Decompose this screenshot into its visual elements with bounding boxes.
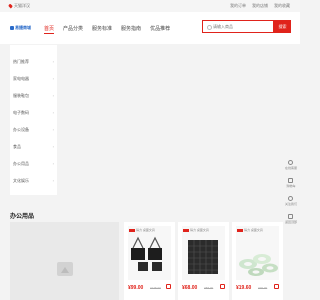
sidebar-item-apparel[interactable]: 服装鞋包 › [13, 93, 56, 99]
brand-badge-icon [183, 229, 189, 232]
nav-categories[interactable]: 产品分类 [63, 25, 83, 32]
toolbar-follow[interactable]: 关注我们 [285, 196, 297, 206]
product-price: ¥19.60 [236, 285, 252, 291]
add-to-cart-icon[interactable] [166, 284, 171, 289]
add-to-cart-icon[interactable] [274, 284, 279, 289]
sidebar-item-label: 办公设备 [13, 127, 29, 132]
search-button[interactable]: 搜索 [274, 20, 291, 33]
logo-mark-icon [10, 26, 14, 30]
image-placeholder-icon [57, 262, 73, 276]
section-feature-card[interactable] [10, 222, 119, 300]
product-old-price: ¥88.00 [204, 286, 214, 290]
sidebar-item-label: 家电电器 [13, 76, 29, 81]
product-card[interactable]: 得力 桌面文具 ¥68.00 ¥88.00 [178, 222, 229, 300]
sidebar-item-label: 食品 [13, 144, 21, 149]
nav-active-underline [44, 33, 54, 34]
sidebar-item-label: 文化娱乐 [13, 178, 29, 183]
product-brand: 得力 桌面文具 [190, 228, 209, 232]
chat-icon [288, 160, 294, 165]
sidebar-item-digital[interactable]: 电子数码 › [13, 110, 56, 116]
chevron-right-icon: › [52, 76, 54, 81]
location[interactable]: 天猫洋汉 [8, 3, 30, 9]
top-icon [288, 214, 294, 219]
search-input[interactable] [203, 21, 272, 32]
product-old-price: ¥125.00 [150, 286, 161, 290]
chevron-right-icon: › [52, 144, 54, 149]
top-link-favorites[interactable]: 我的收藏 [274, 3, 290, 9]
sidebar-item-culture[interactable]: 文化娱乐 › [13, 178, 56, 184]
sidebar-item-hot[interactable]: 热门推荐 › [13, 59, 56, 65]
sidebar-item-label: 热门推荐 [13, 59, 29, 64]
toolbar-label: 购物车 [286, 184, 296, 188]
banner-area [59, 45, 281, 195]
main-nav: 首页 产品分类 服务标准 服务指南 优品推荐 [44, 25, 170, 34]
brand-badge-icon [237, 229, 243, 232]
top-link-orders[interactable]: 我的订单 [230, 3, 246, 9]
product-image: 得力 桌面文具 [182, 226, 225, 280]
toolbar-cart[interactable]: 购物车 [286, 178, 296, 188]
chevron-right-icon: › [52, 59, 54, 64]
product-image: 得力 桌面文具 [236, 226, 279, 280]
top-link-shop[interactable]: 我的店铺 [252, 3, 268, 9]
nav-service-standard[interactable]: 服务标准 [92, 25, 112, 32]
sidebar-item-appliances[interactable]: 家电电器 › [13, 76, 56, 82]
chevron-right-icon: › [52, 161, 54, 166]
toolbar-label: 关注我们 [284, 202, 297, 206]
sidebar-item-label: 服装鞋包 [13, 93, 29, 98]
floating-toolbar: 在线客服 购物车 关注我们 返回顶部 [284, 160, 298, 224]
nav-home[interactable]: 首页 [44, 25, 55, 34]
logo[interactable]: 易捷商城 [10, 25, 31, 31]
nav-service-guide[interactable]: 服务指南 [121, 25, 141, 32]
nav-home-label: 首页 [44, 26, 55, 32]
product-card[interactable]: 得力 桌面文具 ¥19.60 ¥25.00 [232, 222, 283, 300]
product-card[interactable]: 得力 桌面文具 ¥99.00 ¥125.00 [124, 222, 175, 300]
nav-recommended[interactable]: 优品推荐 [150, 25, 170, 32]
logo-text: 易捷商城 [15, 25, 31, 30]
product-old-price: ¥25.00 [258, 286, 268, 290]
chevron-right-icon: › [52, 110, 54, 115]
product-price: ¥99.00 [128, 285, 144, 291]
section-title: 办公用品 [10, 214, 35, 220]
toolbar-label: 在线客服 [284, 166, 297, 170]
product-price: ¥68.00 [182, 285, 198, 291]
sidebar-item-food[interactable]: 食品 › [13, 144, 56, 150]
toolbar-back-to-top[interactable]: 返回顶部 [285, 214, 297, 224]
sidebar-item-label: 电子数码 [13, 110, 29, 115]
tape-rolls-icon [239, 254, 278, 276]
category-sidebar: 热门推荐 › 家电电器 › 服装鞋包 › 电子数码 › 办公设备 › 食品 › … [10, 45, 57, 195]
product-image: 得力 桌面文具 [128, 226, 171, 280]
product-brand: 得力 桌面文具 [136, 228, 155, 232]
brand-badge-icon [129, 229, 135, 232]
location-pin-icon [8, 3, 13, 9]
toolbar-chat[interactable]: 在线客服 [285, 160, 297, 170]
cart-icon [288, 178, 294, 183]
add-to-cart-icon[interactable] [220, 284, 225, 289]
top-links: 我的订单 我的店铺 我的收藏 [230, 3, 290, 9]
toolbar-label: 返回顶部 [284, 220, 297, 224]
chevron-right-icon: › [52, 178, 54, 183]
search-box [202, 20, 274, 33]
sidebar-item-office-equipment[interactable]: 办公设备 › [13, 127, 56, 133]
chevron-right-icon: › [52, 93, 54, 98]
sidebar-item-office-supplies[interactable]: 办公用品 › [13, 161, 56, 167]
product-brand: 得力 桌面文具 [244, 228, 263, 232]
chevron-right-icon: › [52, 127, 54, 132]
location-label: 天猫洋汉 [14, 3, 30, 8]
star-icon [288, 196, 294, 201]
binder-clips-icon [131, 236, 162, 271]
file-rack-icon [188, 240, 218, 274]
sidebar-item-label: 办公用品 [13, 161, 29, 166]
